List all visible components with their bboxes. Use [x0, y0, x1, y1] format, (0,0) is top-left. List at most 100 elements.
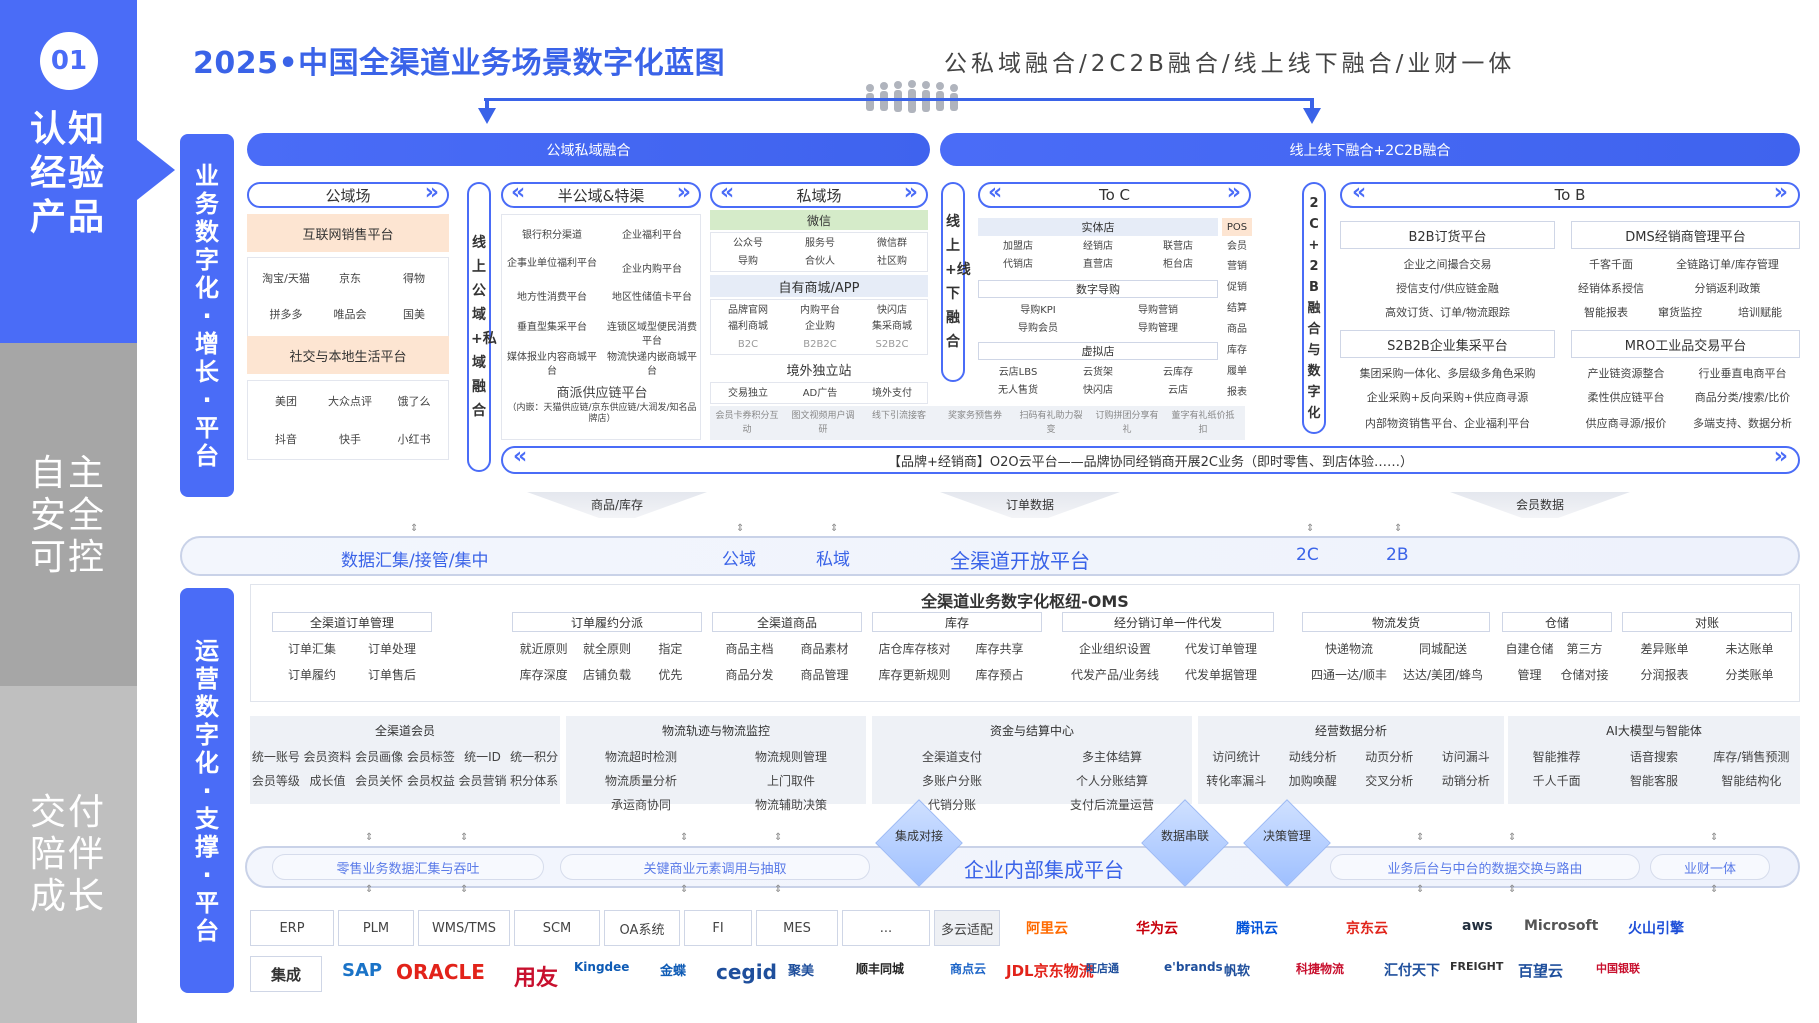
- section-b2b: B2B订货平台: [1340, 221, 1555, 249]
- system-3[interactable]: SCM: [514, 910, 600, 946]
- ops-item: 动线分析: [1288, 750, 1337, 764]
- section-internet-sales: 互联网销售平台: [247, 214, 449, 252]
- header-private-domain[interactable]: «私域场»: [710, 180, 928, 208]
- diamond-decision-label: 决策管理: [1262, 829, 1311, 843]
- vendor-logo-12: 帆软: [1224, 964, 1251, 979]
- oms-item: 库存深度: [519, 668, 568, 682]
- ops-item: 物流辅助决策: [754, 798, 827, 812]
- updown-arrow-icon: ⇕: [830, 523, 839, 534]
- integ-finance[interactable]: 业财一体: [1650, 854, 1770, 880]
- grid-virtual-store: 云店LBS 云货架 云库存 无人售货 快闪店 云店: [998, 367, 1193, 396]
- system-2[interactable]: WMS/TMS: [418, 910, 510, 946]
- oms-item: 同城配送: [1418, 642, 1467, 656]
- system-7[interactable]: ...: [842, 910, 930, 946]
- ops-item: 统一ID: [464, 750, 501, 764]
- vpill-online-fusion: 线上公域+私域融合: [467, 182, 497, 472]
- ops-item: 语音搜索: [1629, 750, 1678, 764]
- ops-item: 智能推荐: [1532, 750, 1581, 764]
- grid-digital-guide: 导购KPI 导购营销 导购会员 导购管理: [1018, 305, 1178, 334]
- oms-item: 就近原则: [519, 642, 568, 656]
- system-1[interactable]: PLM: [338, 910, 414, 946]
- oms-item: 代发产品/业务线: [1070, 668, 1160, 682]
- header-public-domain[interactable]: 公域场»: [247, 180, 449, 208]
- oms-item: 自建仓储: [1505, 642, 1554, 656]
- s2b2b-item: 企业采购+反向采购+供应商寻源: [1366, 391, 1529, 404]
- oms-group-title: 对账: [1622, 612, 1792, 632]
- grid-semi-public: 银行积分渠道 企业福利平台 企事业单位福利平台 企业内购平台 地方性消费平台 地…: [501, 214, 701, 440]
- nav-section-delivery[interactable]: 交付 陪伴 成长: [0, 686, 137, 1023]
- top-connector-line: [484, 98, 1314, 101]
- cloud-logo-2: 腾讯云: [1236, 921, 1278, 937]
- system-5[interactable]: FI: [684, 910, 752, 946]
- platform-center-title: 全渠道开放平台: [950, 549, 1090, 573]
- ops-item: 加购唤醒: [1288, 774, 1337, 788]
- nav-label-delivery: 交付 陪伴 成长: [29, 792, 106, 917]
- mro-item: 商品分类/搜索/比价: [1694, 391, 1791, 404]
- header-semi-public[interactable]: «半公域&特渠»: [501, 180, 701, 208]
- oms-title: 全渠道业务数字化枢纽-OMS: [921, 592, 1129, 611]
- nav-section-security[interactable]: 自主 安全 可控: [0, 343, 137, 686]
- ops-item: 会员关怀: [355, 774, 404, 788]
- ops-module-title: AI大模型与智能体: [1606, 724, 1702, 738]
- oms-item: 仓储对接: [1560, 668, 1609, 682]
- ops-item: 智能结构化: [1721, 774, 1782, 788]
- system-4[interactable]: OA系统: [604, 910, 680, 946]
- vendor-logo-2: 用友: [514, 966, 559, 991]
- updown-arrow-icon: ⇕: [1306, 523, 1315, 534]
- integ-backend-exchange[interactable]: 业务后台与中台的数据交换与路由: [1330, 854, 1640, 880]
- integ-retail[interactable]: 零售业务数据汇集与吞吐: [272, 854, 544, 880]
- oms-item: 就全原则: [582, 642, 631, 656]
- ops-item: 积分体系: [510, 774, 559, 788]
- down-arrow-right: [1303, 108, 1321, 124]
- vendor-logo-3: Kingdee: [574, 960, 630, 974]
- oms-item: 分类账单: [1725, 668, 1774, 682]
- ops-item: 智能客服: [1629, 774, 1678, 788]
- oms-item: 商品管理: [800, 668, 849, 682]
- oms-item: 库存更新规则: [878, 668, 951, 682]
- oms-item: 第三方: [1566, 642, 1603, 656]
- oms-item: 快递物流: [1324, 642, 1373, 656]
- system-0[interactable]: ERP: [250, 910, 334, 946]
- oms-item: 差异账单: [1640, 642, 1689, 656]
- system-8[interactable]: 多云适配: [934, 910, 1000, 946]
- ops-item: 会员资料: [303, 750, 352, 764]
- ops-item: 访问统计: [1212, 750, 1261, 764]
- cloud-logo-1: 华为云: [1136, 921, 1178, 937]
- ops-item: 承运商协同: [610, 798, 671, 812]
- left-nav: 01 认知 经验 产品 自主 安全 可控 交付 陪伴 成长: [0, 0, 137, 1023]
- o2o-platform-bar[interactable]: «【品牌+经销商】O2O云平台——品牌协同经销商开展2C业务（即时零售、到店体验…: [501, 444, 1800, 474]
- oms-item: 商品主档: [725, 642, 774, 656]
- ops-item: 成长值: [309, 774, 346, 788]
- integ-key-elements[interactable]: 关键商业元素调用与抽取: [560, 854, 870, 880]
- b2b-item: 授信支付/供应链金融: [1396, 282, 1499, 295]
- vendor-logo-10: 旺店通: [1086, 962, 1119, 975]
- nav-label-security: 自主 安全 可控: [29, 453, 106, 578]
- diamond-data-label: 数据串联: [1160, 829, 1209, 843]
- updown-arrow-icon: ⇕: [680, 884, 689, 895]
- nav-section-cognition[interactable]: 01 认知 经验 产品: [0, 0, 137, 343]
- section-virtual-store: 虚拟店: [978, 342, 1218, 360]
- page-subtitle: 公私域融合/2C2B融合/线上线下融合/业财一体: [944, 51, 1516, 77]
- system-6[interactable]: MES: [756, 910, 838, 946]
- cloud-logo-3: 京东云: [1346, 921, 1388, 937]
- down-arrow-left: [478, 108, 496, 124]
- oms-item: 订单售后: [367, 668, 416, 682]
- header-tob[interactable]: «To B»: [1340, 180, 1800, 208]
- list-pos: 会员 营销 促销 结算 商品 库存 履单 报表: [1227, 241, 1247, 398]
- oms-item: 四通一达/顺丰: [1310, 668, 1388, 682]
- section-s2b2b: S2B2B企业集采平台: [1340, 330, 1555, 358]
- oms-group-title: 全渠道订单管理: [272, 612, 432, 632]
- ops-item: 物流超时检测: [604, 750, 677, 764]
- oms-item: 代发单据管理: [1184, 668, 1257, 682]
- banner-online-offline: 线上线下融合+2C2B融合: [940, 133, 1800, 166]
- updown-arrow-icon: ⇕: [460, 884, 469, 895]
- ops-module-title: 物流轨迹与物流监控: [661, 724, 770, 738]
- s2b2b-item: 内部物资销售平台、企业福利平台: [1365, 417, 1530, 430]
- ops-item: 多账户分账: [921, 774, 982, 788]
- grid-social-local: 美团 大众点评 饿了么 抖音 快手 小红书: [247, 380, 449, 460]
- banner-public-private: 公域私域融合: [247, 133, 930, 166]
- ops-item: 转化率漏斗: [1206, 774, 1267, 788]
- header-toc[interactable]: «To C»: [978, 180, 1251, 208]
- updown-arrow-icon: ⇕: [774, 884, 783, 895]
- vendor-logo-17: 中国银联: [1596, 962, 1640, 975]
